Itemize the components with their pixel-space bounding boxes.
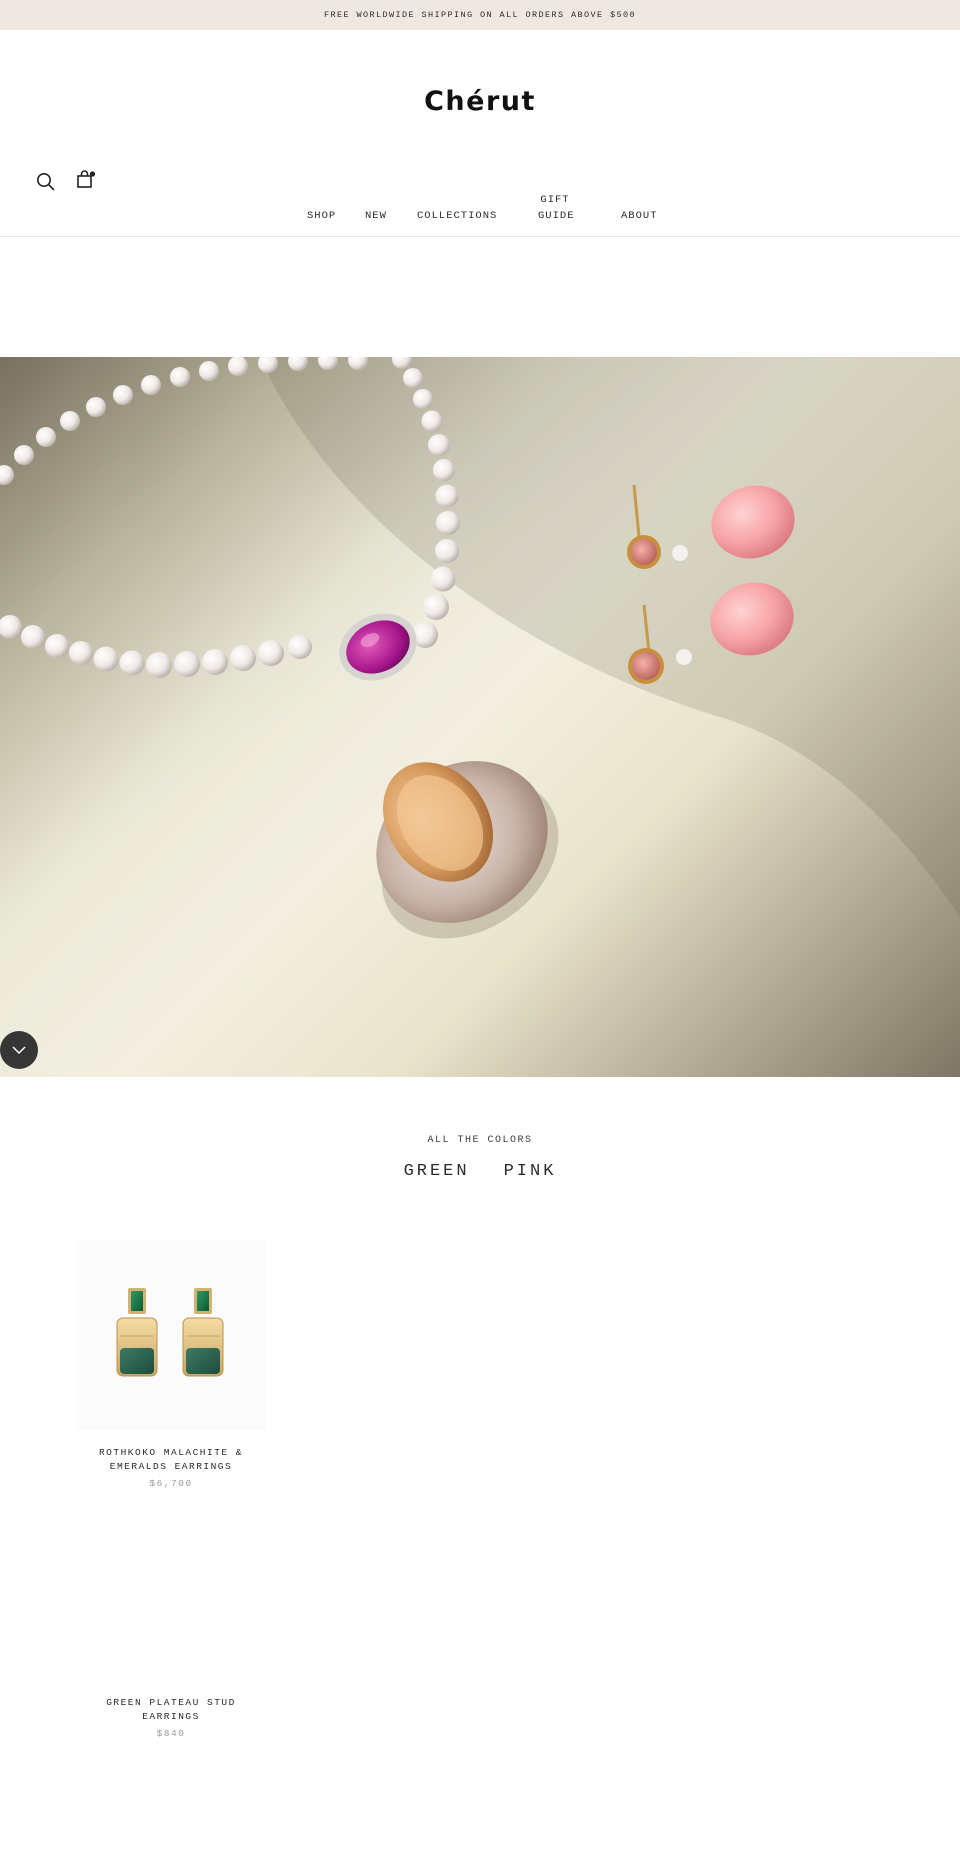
hero-jewelry-illustration (0, 357, 960, 1077)
product-card[interactable]: GREEN PLATEAU STUD EARRINGS $840 (76, 1490, 266, 1739)
nav-item-shop[interactable]: SHOP (307, 208, 336, 224)
shopping-bag-icon (77, 170, 96, 188)
hero-image (0, 357, 960, 1077)
nav-item-gift-guide[interactable]: GIFT GUIDE (538, 192, 574, 224)
search-icon (37, 173, 55, 191)
cart-button[interactable] (74, 168, 98, 192)
search-button[interactable] (34, 170, 58, 194)
product-image[interactable] (76, 1490, 266, 1680)
nav-item-new[interactable]: NEW (365, 208, 387, 224)
product-card[interactable]: ROTHKOKO MALACHITE & EMERALDS EARRINGS $… (76, 1240, 266, 1489)
product-title[interactable]: ROTHKOKO MALACHITE & EMERALDS EARRINGS (76, 1446, 266, 1474)
announcement-bar: FREE WORLDWIDE SHIPPING ON ALL ORDERS AB… (0, 0, 960, 30)
announcement-text: FREE WORLDWIDE SHIPPING ON ALL ORDERS AB… (323, 10, 637, 20)
tab-pink[interactable]: PINK (504, 1162, 557, 1181)
scroll-down-button[interactable] (0, 1031, 38, 1069)
product-price: $6,700 (149, 1478, 193, 1489)
brand-logo[interactable]: Chérut (0, 86, 960, 117)
emerald-earrings-illustration (116, 1288, 224, 1377)
chevron-down-icon (12, 1046, 26, 1055)
nav-item-about[interactable]: ABOUT (621, 208, 658, 224)
product-price: $840 (156, 1728, 186, 1739)
main-navigation: SHOP NEW COLLECTIONS GIFT GUIDE ABOUT (0, 192, 960, 224)
collection-eyebrow: ALL THE COLORS (427, 1135, 533, 1146)
header-divider (0, 236, 960, 237)
product-image[interactable] (76, 1240, 266, 1430)
color-tabs: GREEN PINK (0, 1162, 960, 1181)
product-title[interactable]: GREEN PLATEAU STUD EARRINGS (76, 1696, 266, 1724)
nav-item-collections[interactable]: COLLECTIONS (417, 208, 497, 224)
tab-green[interactable]: GREEN (404, 1162, 470, 1181)
